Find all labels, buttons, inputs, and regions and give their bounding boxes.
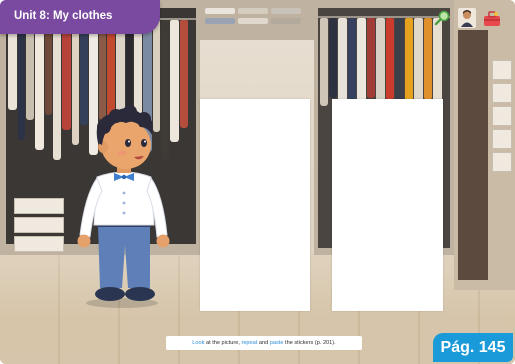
instruction-segment: and — [257, 340, 270, 346]
instruction-segment: the stickers (p. 201). — [283, 340, 336, 346]
toolbox-icon[interactable] — [483, 8, 501, 28]
right-shelf-baskets — [492, 60, 512, 172]
right-hanging-clothes — [320, 18, 442, 106]
center-folded-clothes-2 — [205, 18, 301, 24]
instruction-segment: at the picture, — [204, 340, 242, 346]
page-number-badge[interactable]: Pág. 145 — [433, 333, 513, 362]
sticker-panel-right[interactable] — [332, 99, 443, 311]
boy-character — [77, 105, 170, 308]
instruction-keyword-paste: paste — [269, 340, 284, 346]
magnifier-icon[interactable] — [433, 8, 451, 28]
instruction-text: Look at the picture, repeat and paste th… — [166, 336, 362, 350]
center-folded-clothes — [205, 8, 301, 14]
unit-header-tab: Unit 8: My clothes — [0, 0, 160, 34]
instruction-keyword-repeat: repeat — [241, 340, 258, 346]
slide-frame: Unit 8: My clothes Look at the picture, … — [0, 0, 515, 364]
instruction-keyword-look: Look — [192, 340, 205, 346]
toolbar — [433, 8, 501, 28]
sticker-panel-left[interactable] — [200, 99, 310, 311]
teacher-avatar-icon[interactable] — [458, 8, 476, 28]
unit-title: Unit 8: My clothes — [14, 10, 113, 22]
left-drawers — [14, 198, 64, 252]
right-shelving-door — [458, 30, 488, 280]
